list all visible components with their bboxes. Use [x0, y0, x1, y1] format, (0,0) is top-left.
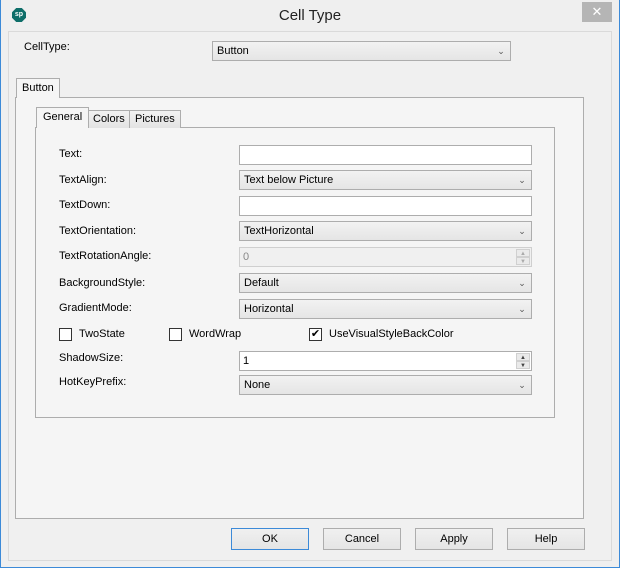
title-bar: sp Cell Type ✕ — [1, 0, 619, 32]
help-button[interactable]: Help — [507, 528, 585, 550]
gradientmode-label: GradientMode: — [59, 302, 132, 314]
tab-general[interactable]: General — [36, 107, 90, 128]
text-label: Text: — [59, 148, 83, 160]
apply-button[interactable]: Apply — [415, 528, 493, 550]
textorientation-dropdown[interactable]: TextHorizontal ⌄ — [239, 221, 532, 241]
wordwrap-box[interactable] — [169, 328, 182, 341]
tab-button[interactable]: Button — [16, 78, 60, 98]
chevron-down-icon: ⌄ — [518, 175, 526, 185]
shadowsize-value: 1 — [243, 355, 250, 367]
hotkeyprefix-value: None — [244, 379, 271, 391]
close-icon: ✕ — [591, 4, 603, 19]
twostate-label: TwoState — [79, 328, 125, 340]
shadowsize-label: ShadowSize: — [59, 352, 124, 364]
tab-button-label: Button — [22, 82, 54, 94]
cell-type-dialog: sp Cell Type ✕ CellType: Button ⌄ Button… — [0, 0, 620, 568]
tab-pictures[interactable]: Pictures — [129, 110, 181, 128]
spin-up-icon[interactable]: ▲ — [516, 353, 530, 361]
textrotationangle-spinner[interactable]: 0 ▲ ▼ — [239, 247, 532, 267]
textdown-label: TextDown: — [59, 199, 111, 211]
backgroundstyle-dropdown[interactable]: Default ⌄ — [239, 273, 532, 293]
textalign-label: TextAlign: — [59, 174, 107, 186]
backgroundstyle-value: Default — [244, 277, 279, 289]
textrotationangle-value: 0 — [243, 251, 250, 263]
textdown-input[interactable] — [239, 196, 532, 216]
chevron-down-icon: ⌄ — [518, 226, 526, 236]
textorientation-label: TextOrientation: — [59, 225, 137, 237]
ok-button[interactable]: OK — [231, 528, 309, 550]
spin-down-icon[interactable]: ▼ — [516, 257, 530, 265]
chevron-down-icon: ⌄ — [518, 304, 526, 314]
wordwrap-label: WordWrap — [189, 328, 242, 340]
chevron-down-icon: ⌄ — [497, 46, 505, 56]
spin-up-icon[interactable]: ▲ — [516, 249, 530, 257]
hotkeyprefix-label: HotKeyPrefix: — [59, 376, 127, 388]
twostate-box[interactable] — [59, 328, 72, 341]
usevisualstylebackcolor-box[interactable]: ✔ — [309, 328, 322, 341]
close-button[interactable]: ✕ — [582, 2, 612, 22]
celltype-dropdown[interactable]: Button ⌄ — [212, 41, 511, 61]
gradientmode-value: Horizontal — [244, 303, 294, 315]
text-input[interactable] — [239, 145, 532, 165]
chevron-down-icon: ⌄ — [518, 278, 526, 288]
shadowsize-spinner[interactable]: 1 ▲ ▼ — [239, 351, 532, 371]
tab-pictures-label: Pictures — [135, 113, 175, 125]
backgroundstyle-label: BackgroundStyle: — [59, 277, 146, 289]
tab-general-label: General — [43, 111, 83, 123]
tab-colors-label: Colors — [93, 113, 125, 125]
celltype-label: CellType: — [24, 41, 70, 53]
usevisualstylebackcolor-label: UseVisualStyleBackColor — [329, 328, 454, 340]
celltype-value: Button — [217, 45, 249, 57]
textrotationangle-label: TextRotationAngle: — [59, 250, 152, 262]
tab-colors[interactable]: Colors — [87, 110, 131, 128]
textalign-dropdown[interactable]: Text below Picture ⌄ — [239, 170, 532, 190]
chevron-down-icon: ⌄ — [518, 380, 526, 390]
hotkeyprefix-dropdown[interactable]: None ⌄ — [239, 375, 532, 395]
cancel-button[interactable]: Cancel — [323, 528, 401, 550]
window-title: Cell Type — [278, 7, 342, 24]
textorientation-value: TextHorizontal — [244, 225, 314, 237]
textalign-value: Text below Picture — [244, 174, 334, 186]
gradientmode-dropdown[interactable]: Horizontal ⌄ — [239, 299, 532, 319]
spin-down-icon[interactable]: ▼ — [516, 361, 530, 369]
